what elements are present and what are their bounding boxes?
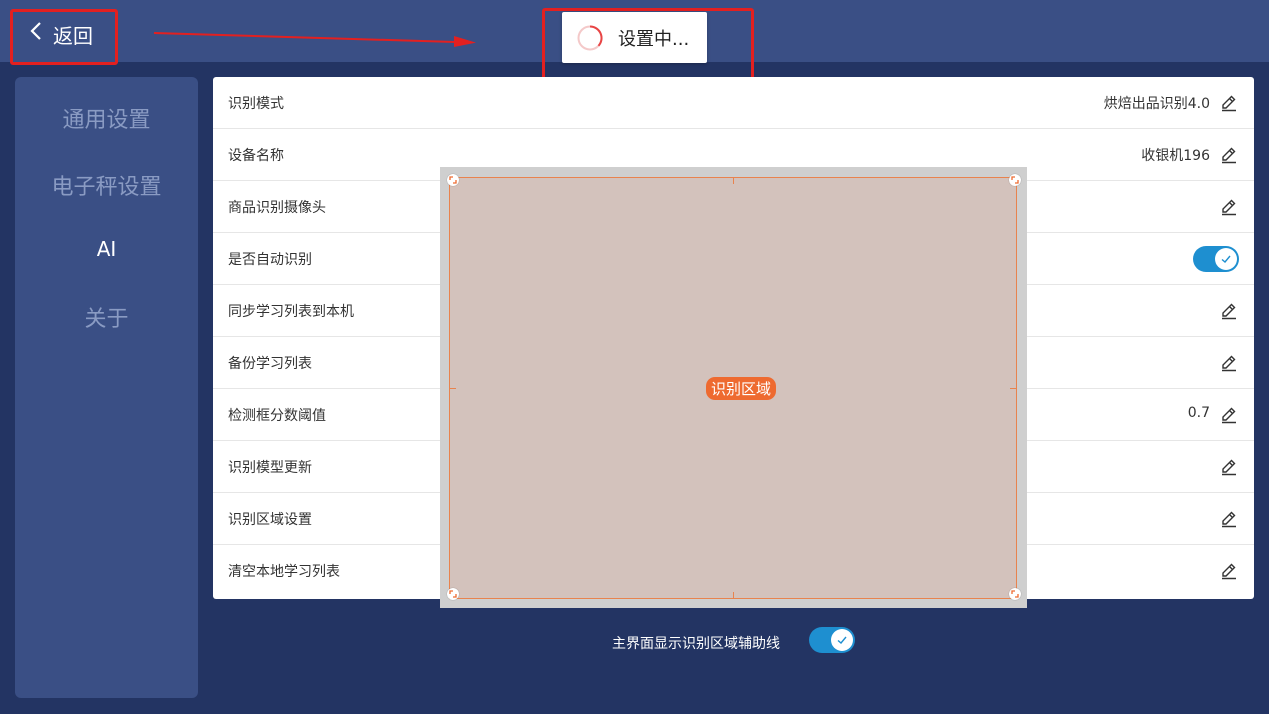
resize-handle-icon bbox=[449, 176, 457, 184]
setting-label: 识别模型更新 bbox=[228, 460, 312, 476]
setting-label: 备份学习列表 bbox=[228, 356, 312, 372]
resize-handle-bottom-right[interactable] bbox=[1009, 588, 1021, 600]
setting-row-recognition-mode[interactable]: 识别模式 烘焙出品识别4.0 bbox=[213, 77, 1254, 129]
pencil-icon[interactable] bbox=[1220, 94, 1238, 112]
spinner-icon bbox=[577, 24, 603, 50]
setting-label: 设备名称 bbox=[228, 148, 284, 164]
annotation-arrow bbox=[153, 32, 476, 47]
loading-toast: 设置中... bbox=[562, 12, 707, 63]
resize-handle-icon bbox=[1011, 590, 1019, 598]
pencil-icon[interactable] bbox=[1220, 354, 1238, 372]
setting-label: 同步学习列表到本机 bbox=[228, 304, 354, 320]
area-tick-right bbox=[1010, 388, 1016, 389]
resize-handle-top-right[interactable] bbox=[1009, 174, 1021, 186]
sidebar-item-about[interactable]: 关于 bbox=[15, 301, 198, 333]
auto-recognize-toggle[interactable] bbox=[1193, 246, 1239, 272]
setting-label: 商品识别摄像头 bbox=[228, 200, 326, 216]
resize-handle-icon bbox=[449, 590, 457, 598]
setting-value: 收银机196 bbox=[1141, 148, 1210, 164]
recognition-area-label: 识别区域 bbox=[706, 377, 777, 400]
area-tick-left bbox=[450, 388, 456, 389]
guide-line-toggle[interactable] bbox=[809, 627, 855, 653]
sidebar-item-general[interactable]: 通用设置 bbox=[15, 102, 198, 134]
setting-label: 识别模式 bbox=[228, 96, 284, 112]
recognition-area[interactable]: 识别区域 bbox=[449, 177, 1017, 599]
resize-handle-bottom-left[interactable] bbox=[447, 588, 459, 600]
pencil-icon[interactable] bbox=[1220, 458, 1238, 476]
chevron-left-icon bbox=[30, 22, 41, 40]
sidebar: 通用设置 电子秤设置 AI 关于 bbox=[15, 77, 198, 698]
setting-label: 是否自动识别 bbox=[228, 252, 312, 268]
pencil-icon[interactable] bbox=[1220, 562, 1238, 580]
guide-line-label: 主界面显示识别区域辅助线 bbox=[612, 636, 780, 652]
setting-value: 烘焙出品识别4.0 bbox=[1103, 96, 1210, 112]
area-tick-top bbox=[733, 178, 734, 184]
area-tick-bottom bbox=[733, 592, 734, 598]
back-button[interactable]: 返回 bbox=[10, 9, 118, 65]
pencil-icon[interactable] bbox=[1220, 198, 1238, 216]
toggle-knob bbox=[1215, 248, 1237, 270]
setting-label: 识别区域设置 bbox=[228, 512, 312, 528]
setting-value: 0.7 bbox=[1187, 405, 1210, 421]
toggle-knob bbox=[831, 629, 853, 651]
pencil-icon[interactable] bbox=[1220, 302, 1238, 320]
toast-text: 设置中... bbox=[618, 28, 690, 50]
back-label: 返回 bbox=[53, 24, 93, 48]
pencil-icon[interactable] bbox=[1220, 406, 1238, 424]
check-icon bbox=[837, 636, 847, 644]
sidebar-item-scale[interactable]: 电子秤设置 bbox=[15, 169, 198, 201]
recognition-area-overlay: 识别区域 bbox=[440, 167, 1027, 608]
pencil-icon[interactable] bbox=[1220, 146, 1238, 164]
check-icon bbox=[1221, 255, 1231, 263]
pencil-icon[interactable] bbox=[1220, 510, 1238, 528]
sidebar-item-ai[interactable]: AI bbox=[15, 237, 198, 261]
setting-label: 检测框分数阈值 bbox=[228, 408, 326, 424]
setting-label: 清空本地学习列表 bbox=[228, 564, 340, 580]
resize-handle-icon bbox=[1011, 176, 1019, 184]
resize-handle-top-left[interactable] bbox=[447, 174, 459, 186]
